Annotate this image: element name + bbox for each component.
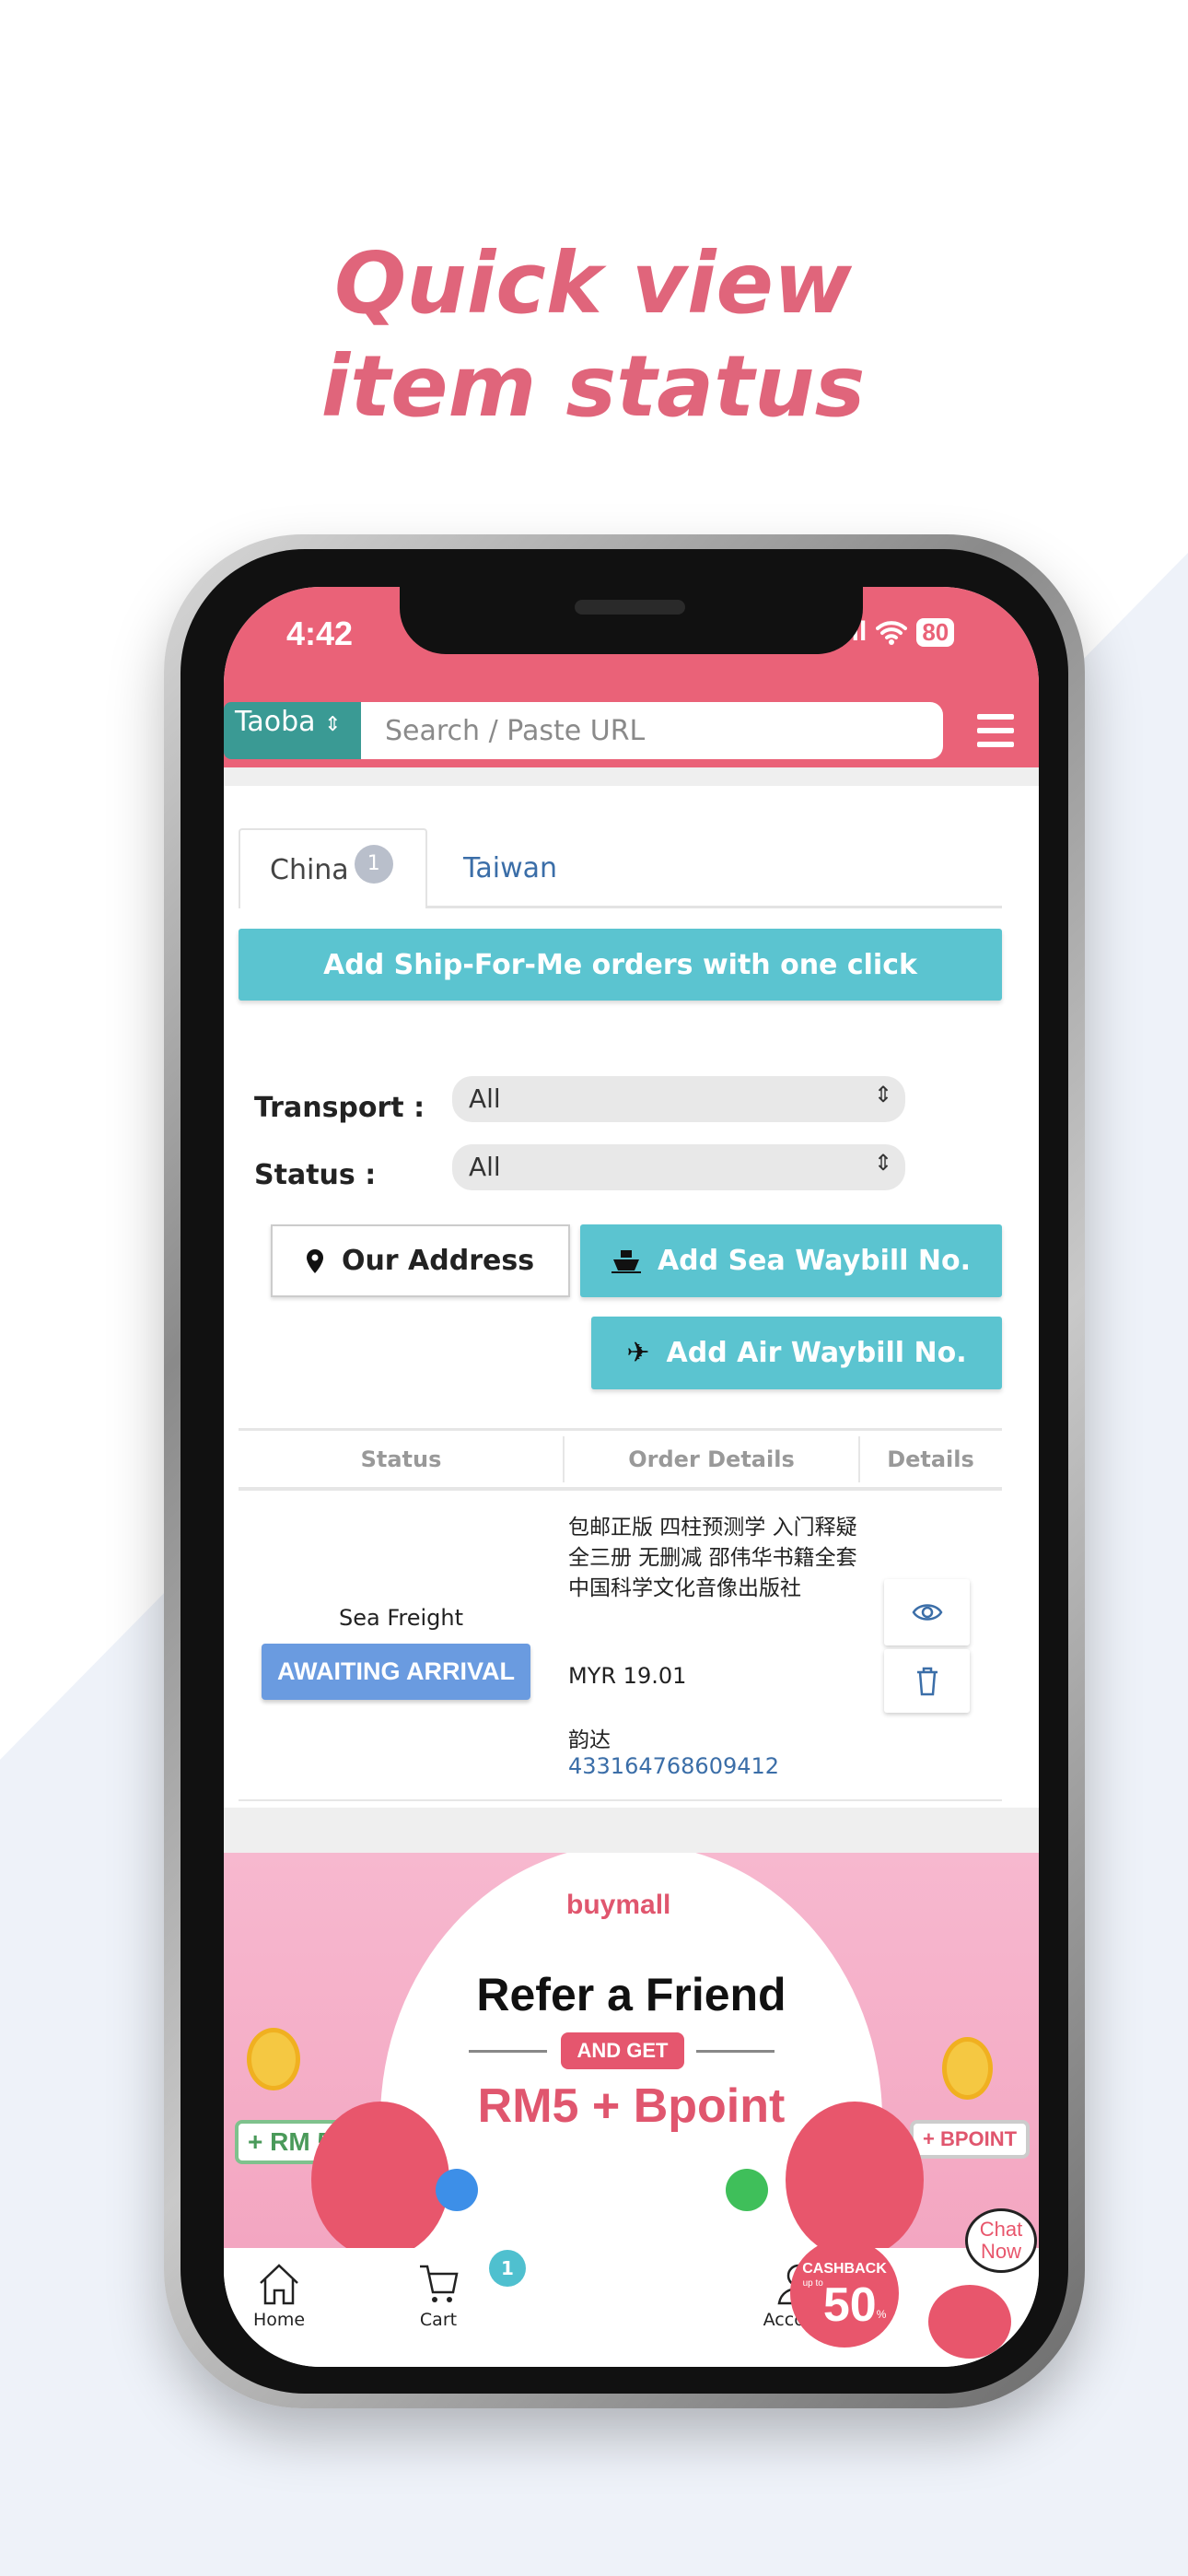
divider (696, 2050, 775, 2053)
chevron-updown-icon: ⇕ (324, 713, 342, 736)
nav-home[interactable]: Home (224, 2263, 334, 2330)
divider (224, 767, 1039, 786)
item-title: 包邮正版 四柱预测学 入门释疑全三册 无删减 邵伟华书籍全套 中国科学文化音像出… (568, 1516, 857, 1600)
transport-select[interactable]: All ⇕ (452, 1076, 905, 1122)
button-label: Add Air Waybill No. (666, 1337, 967, 1369)
map-pin-icon (306, 1248, 323, 1273)
bottom-nav: Home Cart Account (224, 2248, 1039, 2367)
headline: Quick view item status (0, 232, 1188, 439)
chevron-updown-icon: ⇕ (873, 1082, 892, 1107)
friend-check-icon (726, 2169, 768, 2211)
chat-now-bubble[interactable]: Chat Now (965, 2208, 1037, 2273)
courier-name: 韵达 (568, 1728, 611, 1752)
add-air-waybill-button[interactable]: ✈ Add Air Waybill No. (591, 1317, 1002, 1389)
referral-banner[interactable]: buymall Refer a Friend AND GET RM5 + Bpo… (224, 1853, 1039, 2248)
cashback-value: 50 (822, 2278, 877, 2332)
mascot-left (311, 2102, 449, 2248)
trash-icon (916, 1667, 938, 1695)
button-label: Add Sea Waybill No. (657, 1245, 972, 1277)
headline-line-1: Quick view (334, 234, 852, 333)
search-input[interactable] (361, 702, 943, 759)
plane-icon: ✈ (626, 1337, 650, 1369)
wifi-icon (876, 621, 908, 645)
status-time: 4:42 (286, 615, 354, 652)
transport-value: All (469, 1083, 501, 1114)
ship-for-me-button[interactable]: Add Ship-For-Me orders with one click (239, 929, 1002, 1001)
buymall-logo: buymall (566, 1890, 671, 1920)
cashback-upto: up to (802, 2278, 823, 2289)
platform-label: Taoba (235, 706, 316, 738)
item-price: MYR 19.01 (568, 1663, 687, 1689)
reward-tag-bpoint: + BPOINT (910, 2120, 1031, 2159)
eye-icon (912, 1604, 942, 1621)
status-label: Status : (254, 1159, 377, 1191)
tab-china[interactable]: China 1 (239, 828, 427, 908)
button-label: Our Address (341, 1245, 535, 1277)
cart-icon (420, 2265, 459, 2302)
notch (400, 587, 863, 654)
cashback-percent: % (876, 2308, 887, 2321)
column-header-details: Details (887, 1446, 974, 1472)
column-header-order-details: Order Details (628, 1446, 795, 1472)
home-icon (260, 2264, 298, 2305)
nav-label: Cart (419, 2310, 458, 2330)
app-screen: 4:42 .ıll 80 Taoba ⇕ China1 Taiwan Add S… (224, 587, 1039, 2367)
chat-mascot-icon[interactable] (928, 2285, 1011, 2359)
transport-type: Sea Freight (338, 1605, 464, 1631)
column-header-status: Status (360, 1446, 442, 1472)
status-select[interactable]: All ⇕ (452, 1144, 905, 1190)
coin-icon (942, 2037, 993, 2100)
table-header-border (239, 1487, 1002, 1491)
status-badge: AWAITING ARRIVAL (262, 1644, 530, 1700)
status-value: All (469, 1152, 501, 1182)
banner-title: Refer a Friend (476, 1969, 786, 2020)
platform-selector[interactable]: Taoba ⇕ (224, 702, 361, 759)
cashback-label: CASHBACK (802, 2261, 887, 2277)
nav-label: Home (252, 2310, 306, 2330)
speaker (575, 600, 685, 615)
nav-cart[interactable]: Cart (383, 2263, 494, 2330)
delete-button[interactable] (884, 1649, 970, 1713)
divider (224, 1808, 1039, 1853)
transport-label: Transport : (254, 1092, 425, 1124)
row-border (239, 1799, 1002, 1801)
tracking-number-link[interactable]: 433164768609412 (568, 1753, 779, 1779)
coin-icon (247, 2028, 300, 2090)
count-badge: 1 (354, 845, 393, 884)
tab-taiwan[interactable]: Taiwan (463, 852, 557, 884)
mascot-right (786, 2102, 924, 2248)
headline-line-2: item status (320, 337, 866, 436)
tab-label: China (270, 854, 349, 886)
cart-count-badge: 1 (489, 2250, 526, 2287)
cashback-button[interactable]: CASHBACK up to 50 % (790, 2239, 899, 2348)
banner-pill: AND GET (561, 2032, 684, 2069)
view-button[interactable] (884, 1579, 970, 1645)
battery-icon: 80 (916, 617, 955, 647)
divider (469, 2050, 547, 2053)
ship-icon (611, 1249, 641, 1273)
add-sea-waybill-button[interactable]: Add Sea Waybill No. (580, 1224, 1002, 1297)
add-friend-icon (436, 2169, 478, 2211)
our-address-button[interactable]: Our Address (271, 1224, 570, 1297)
menu-icon[interactable] (977, 714, 1014, 747)
chevron-updown-icon: ⇕ (873, 1150, 892, 1176)
